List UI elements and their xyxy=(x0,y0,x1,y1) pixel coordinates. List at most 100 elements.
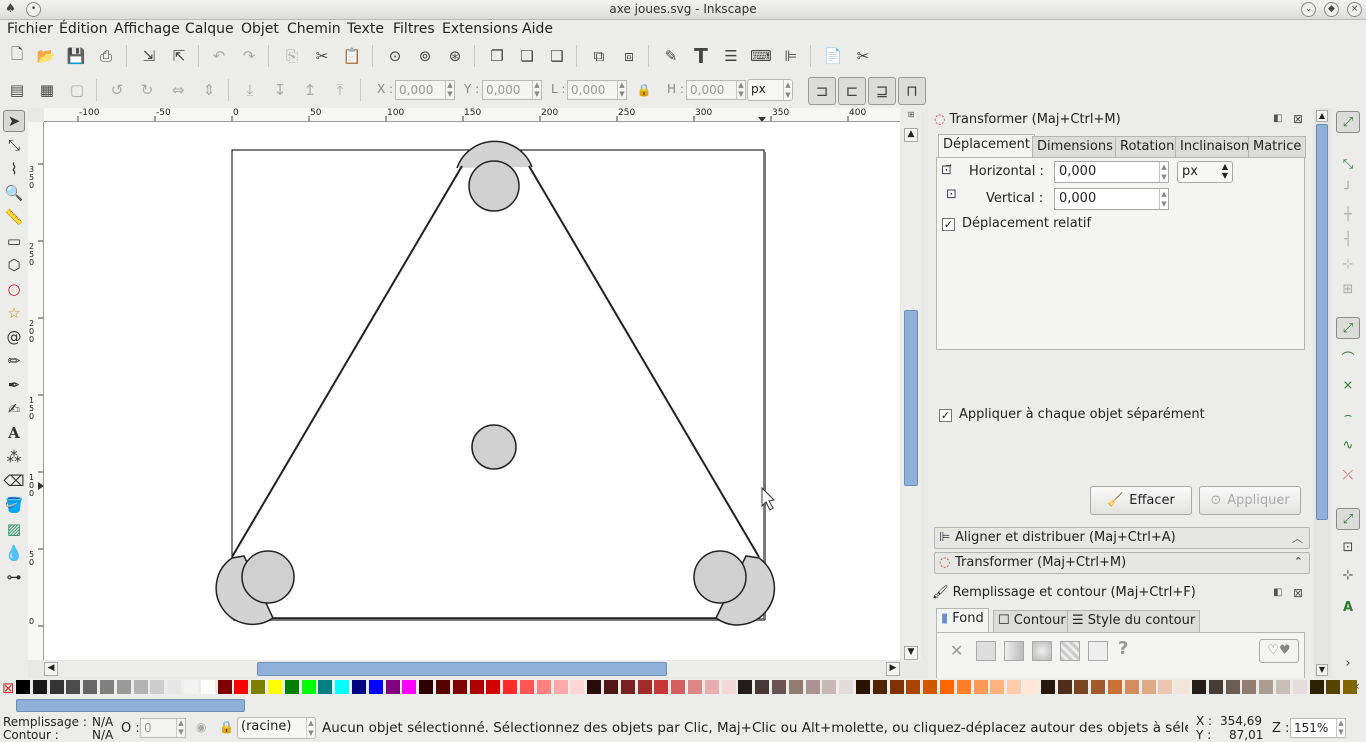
scroll-down-icon[interactable]: ▼ xyxy=(904,646,918,660)
open-icon[interactable]: 📂 xyxy=(34,44,58,68)
node-tool-icon[interactable]: ⤡ xyxy=(3,134,25,156)
transform-patterns-icon[interactable]: ⊓ xyxy=(898,77,926,105)
scroll-left-icon[interactable]: ◀ xyxy=(44,662,58,676)
palette-swatch[interactable] xyxy=(772,680,786,694)
tab-rotation[interactable]: Rotation xyxy=(1115,136,1180,158)
clear-button[interactable]: 🧹 Effacer xyxy=(1090,486,1192,515)
xml-editor-icon[interactable]: ⌨ xyxy=(749,44,773,68)
palette-swatch[interactable] xyxy=(604,680,618,694)
palette-swatch[interactable] xyxy=(503,680,518,694)
spin-arrows-icon[interactable]: ▲ ▼ xyxy=(445,81,454,99)
paint-bucket-tool-icon[interactable]: 🪣 xyxy=(3,494,25,516)
spin-arrows-icon[interactable]: ▲ ▼ xyxy=(1159,189,1168,209)
snap-bbox-midpoint-icon[interactable]: ┤ xyxy=(1336,228,1360,250)
snap-intersections-icon[interactable]: ⨯ xyxy=(1336,374,1360,396)
palette-swatch[interactable] xyxy=(654,680,669,694)
palette-swatch[interactable] xyxy=(16,680,30,694)
maximize-icon[interactable]: ◆ xyxy=(1324,2,1339,17)
palette-swatch[interactable] xyxy=(889,680,904,694)
palette-swatch[interactable] xyxy=(1192,680,1206,694)
spin-arrows-icon[interactable]: ▲ ▼ xyxy=(532,81,541,99)
palette-swatch[interactable] xyxy=(536,680,551,694)
palette-swatch[interactable] xyxy=(587,680,602,694)
palette-swatch[interactable] xyxy=(1225,680,1240,694)
calligraphy-tool-icon[interactable]: ✍ xyxy=(3,398,25,420)
palette-swatch[interactable] xyxy=(688,680,702,694)
palette-swatch[interactable] xyxy=(167,680,182,694)
radial-gradient-icon[interactable] xyxy=(1032,641,1052,661)
swatch-icon[interactable] xyxy=(1088,641,1108,661)
lock-guides-icon[interactable]: ⊞ xyxy=(904,110,918,122)
snap-bbox-icon[interactable]: ⤡ xyxy=(1336,153,1360,175)
canvas-horizontal-scrollbar[interactable]: ◀ ▶ xyxy=(44,661,900,677)
palette-swatch[interactable] xyxy=(1057,680,1072,694)
menu-texte[interactable]: Texte xyxy=(347,21,384,37)
dropper-tool-icon[interactable]: 💧 xyxy=(3,542,25,564)
minimize-icon[interactable]: ⌄ xyxy=(1301,2,1316,17)
snap-cusp-nodes-icon[interactable]: ⌢ xyxy=(1336,404,1360,426)
menu-fichier[interactable]: Fichier xyxy=(7,21,53,37)
palette-swatch[interactable] xyxy=(990,680,1005,694)
tab-matrice[interactable]: Matrice xyxy=(1248,136,1307,158)
align-distribute-icon[interactable]: ⊫ xyxy=(779,44,803,68)
pen-tool-icon[interactable]: ✒ xyxy=(3,374,25,396)
snap-bbox-corner-icon[interactable]: ┼ xyxy=(1336,203,1360,225)
save-icon[interactable]: 💾 xyxy=(64,44,88,68)
drawing[interactable] xyxy=(44,122,900,660)
scroll-right-icon[interactable]: ▶ xyxy=(886,662,900,676)
rotate-cw-icon[interactable]: ↻ xyxy=(135,78,159,102)
palette-swatch[interactable] xyxy=(32,680,47,694)
tab-fond[interactable]: ▮ Fond xyxy=(936,608,989,633)
select-all-icon[interactable]: ▤ xyxy=(5,78,29,102)
palette-swatch[interactable] xyxy=(620,680,635,694)
palette-swatch[interactable] xyxy=(1175,680,1190,694)
drawing-canvas[interactable] xyxy=(44,122,900,660)
text-tool-icon[interactable]: A xyxy=(3,422,25,444)
menu-extensions[interactable]: Extensions xyxy=(442,21,518,37)
rectangle-tool-icon[interactable]: ▭ xyxy=(3,230,25,252)
menu-edition[interactable]: Édition xyxy=(59,21,107,37)
deselect-icon[interactable]: ▢ xyxy=(65,78,89,102)
palette-swatch[interactable] xyxy=(738,680,753,694)
ellipse-tool-icon[interactable]: ○ xyxy=(3,278,25,300)
fill-stroke-icon[interactable]: ✎ xyxy=(659,44,683,68)
palette-swatch[interactable] xyxy=(956,680,971,694)
layers-icon[interactable]: ☰ xyxy=(719,44,743,68)
spiral-tool-icon[interactable]: @ xyxy=(3,326,25,348)
measure-tool-icon[interactable]: 📏 xyxy=(3,206,25,228)
palette-swatch[interactable] xyxy=(570,680,585,694)
palette-swatch[interactable] xyxy=(553,680,568,694)
layer-select[interactable]: (racine) ▲ ▼ xyxy=(237,717,316,739)
spin-arrows-icon[interactable]: ▲ ▼ xyxy=(617,81,626,99)
snap-bbox-center-icon[interactable]: ⊹ xyxy=(1336,253,1360,275)
palette-swatch[interactable] xyxy=(318,680,333,694)
palette-swatch[interactable] xyxy=(402,680,417,694)
palette-swatch[interactable] xyxy=(1007,680,1022,694)
palette-swatch[interactable] xyxy=(940,680,954,694)
palette-swatch[interactable] xyxy=(1208,680,1223,694)
snap-midpoints-icon[interactable]: ⤫ xyxy=(1336,464,1360,486)
scroll-thumb[interactable] xyxy=(16,699,245,712)
lower-bottom-icon[interactable]: ⤓ xyxy=(238,78,262,102)
panel-iconify-icon[interactable]: ◧ xyxy=(1273,587,1282,598)
palette-swatch[interactable] xyxy=(973,680,988,694)
align-distribute-panel[interactable]: ⊫ Aligner et distribuer (Maj+Ctrl+A) ︿ xyxy=(934,527,1310,549)
palette-swatch[interactable] xyxy=(520,680,534,694)
tweak-tool-icon[interactable]: ⌇ xyxy=(3,158,25,180)
clone-icon[interactable]: ❏ xyxy=(515,44,539,68)
canvas-vertical-scrollbar[interactable]: ⊞ ▲ ▼ xyxy=(900,108,922,661)
star-tool-icon[interactable]: ☆ xyxy=(3,302,25,324)
palette-swatch[interactable] xyxy=(368,680,383,694)
export-icon[interactable]: ⇱ xyxy=(167,44,191,68)
palette-swatch[interactable] xyxy=(923,680,938,694)
scroll-down-icon[interactable]: ▼ xyxy=(1316,664,1328,676)
connector-tool-icon[interactable]: ⊶ xyxy=(3,566,25,588)
palette-swatch[interactable] xyxy=(1292,680,1307,694)
scroll-thumb[interactable] xyxy=(257,662,667,676)
palette-swatch[interactable] xyxy=(805,680,820,694)
chevron-up-icon[interactable]: ︿ xyxy=(1292,530,1303,546)
paste-icon[interactable]: 📋 xyxy=(340,44,364,68)
menu-aide[interactable]: Aide xyxy=(522,21,553,37)
zoom-drawing-icon[interactable]: ⊚ xyxy=(413,44,437,68)
y-input[interactable]: 0,000 ▲ ▼ xyxy=(482,80,542,100)
